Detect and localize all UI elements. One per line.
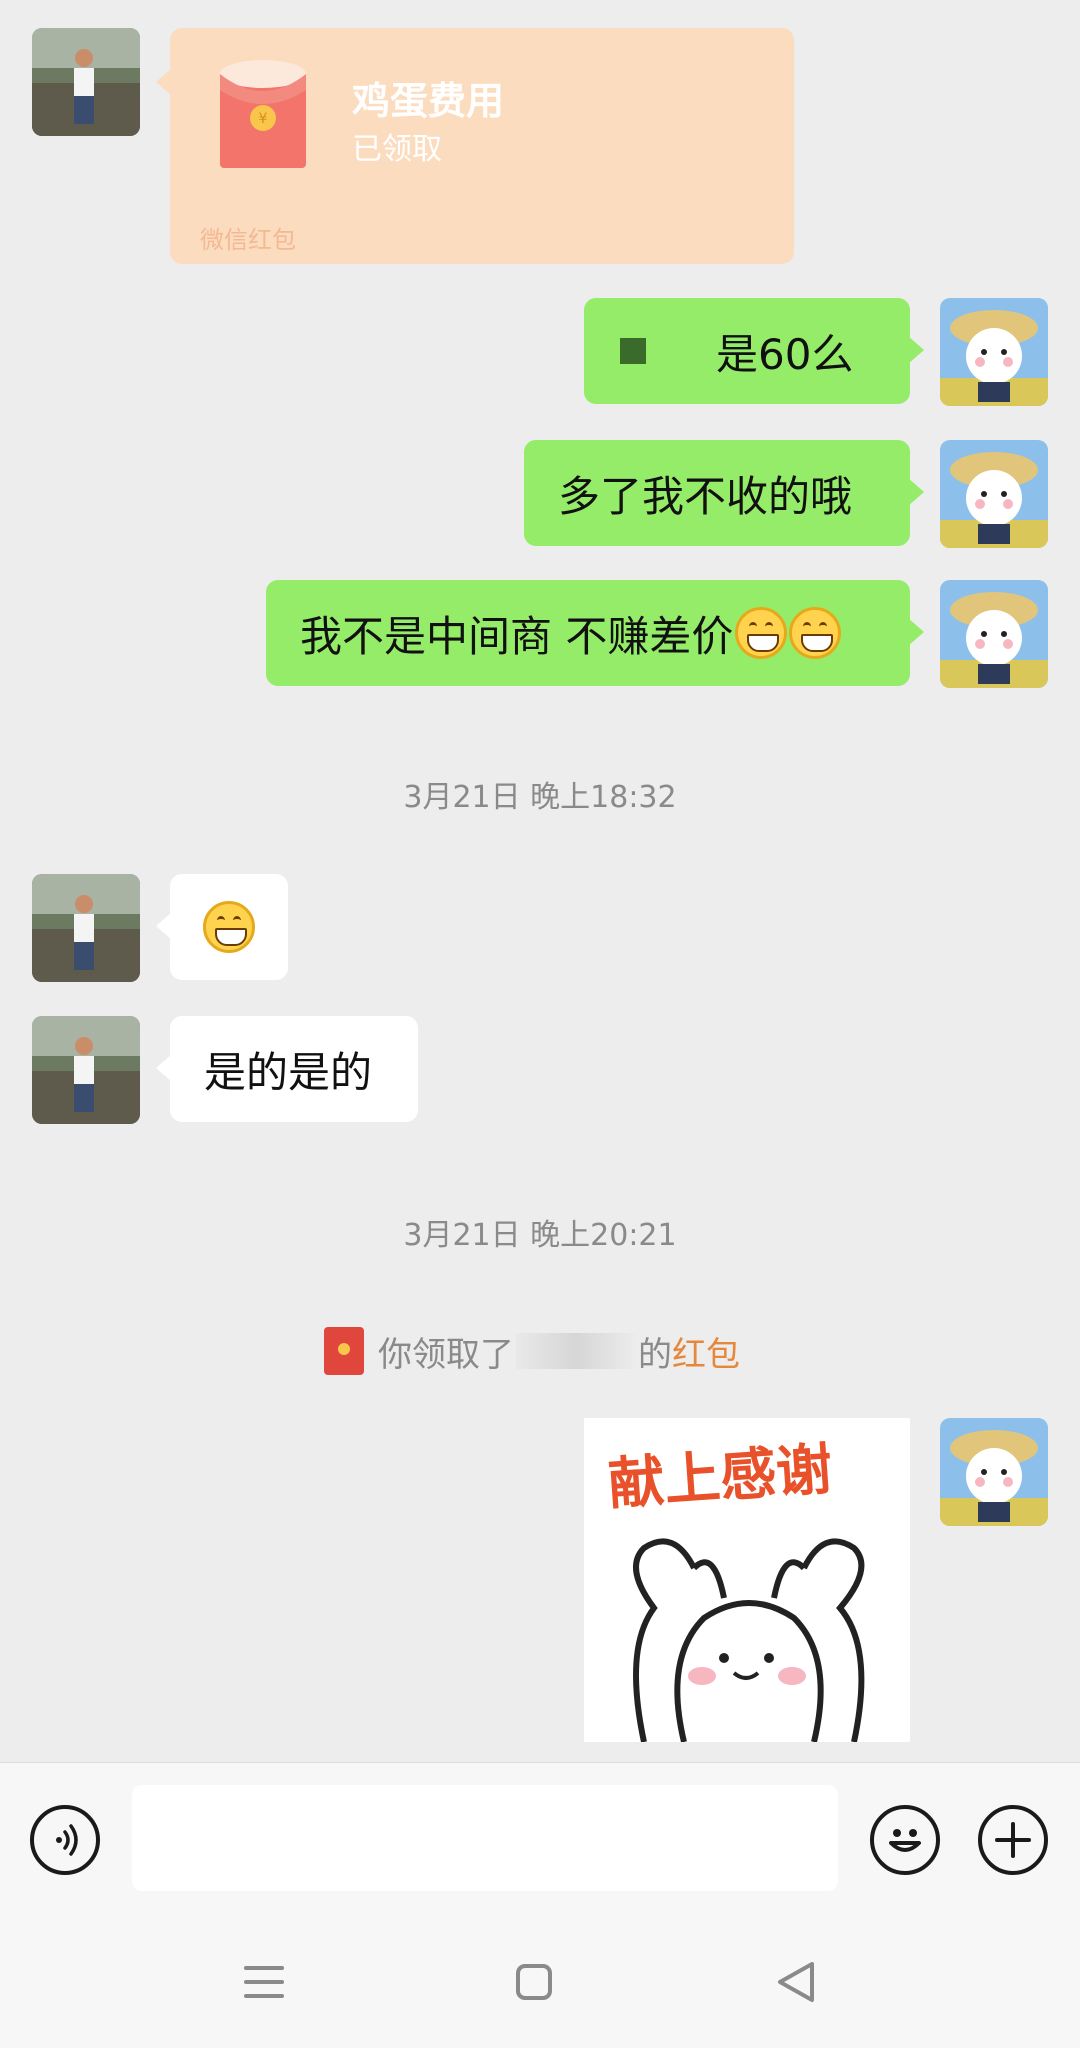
red-packet-title: 鸡蛋费用 <box>352 79 505 123</box>
contact-avatar[interactable] <box>32 28 140 136</box>
cat-illustration <box>633 1538 865 1742</box>
red-packet-card[interactable]: ¥ 鸡蛋费用 已领取 微信红包 <box>156 28 794 264</box>
red-packet-link[interactable]: 红包 <box>672 1327 740 1376</box>
message-bubble-outgoing[interactable]: 是60么 <box>584 298 924 404</box>
grin-emoji-icon <box>789 607 842 659</box>
red-packet-status: 已领取 <box>352 132 442 167</box>
message-input[interactable] <box>132 1785 838 1891</box>
system-notice: 你领取了 的 红包 <box>324 1326 740 1376</box>
message-bubble-incoming[interactable]: 是的是的 <box>156 1016 418 1122</box>
my-avatar[interactable] <box>940 298 1048 406</box>
sticker-caption: 献上感谢 <box>606 1437 835 1518</box>
contact-avatar[interactable] <box>32 874 140 982</box>
system-nav-bar <box>0 1918 1080 2048</box>
timestamp: 3月21日 晚上20:21 <box>403 1218 677 1253</box>
notice-prefix: 你领取了 <box>378 1334 514 1375</box>
triangle-back-icon[interactable] <box>774 1960 818 2008</box>
square-icon[interactable] <box>514 1962 554 2006</box>
message-bubble-outgoing[interactable]: 多了我不收的哦 <box>524 440 924 546</box>
contact-avatar[interactable] <box>32 1016 140 1124</box>
plus-icon[interactable] <box>978 1805 1048 1875</box>
red-packet-icon: ¥ <box>220 60 306 168</box>
redacted-block <box>620 338 646 364</box>
my-avatar[interactable] <box>940 440 1048 548</box>
message-bubble-outgoing[interactable]: 我不是中间商 不赚差价 <box>266 580 924 686</box>
grin-emoji-icon <box>735 607 788 659</box>
input-bar <box>0 1762 1080 1919</box>
my-avatar[interactable] <box>940 1418 1048 1526</box>
timestamp: 3月21日 晚上18:32 <box>403 780 677 815</box>
redacted-name <box>516 1333 636 1369</box>
red-packet-small-icon <box>324 1327 364 1375</box>
message-text: 是60么 <box>716 329 854 379</box>
message-text: 是的是的 <box>204 1047 373 1097</box>
message-bubble-incoming[interactable] <box>156 874 288 980</box>
sticker-image[interactable]: 献上感谢 <box>584 1418 910 1742</box>
menu-icon[interactable] <box>244 1962 284 2006</box>
my-avatar[interactable] <box>940 580 1048 688</box>
voice-icon[interactable] <box>30 1805 100 1875</box>
message-text: 我不是中间商 不赚差价 <box>300 611 734 661</box>
message-text: 多了我不收的哦 <box>558 471 853 521</box>
svg-text:¥: ¥ <box>259 111 268 127</box>
red-packet-footer: 微信红包 <box>200 226 296 254</box>
grin-emoji-icon <box>203 901 255 953</box>
notice-suffix: 的 <box>638 1334 672 1375</box>
smiley-icon[interactable] <box>870 1805 940 1875</box>
